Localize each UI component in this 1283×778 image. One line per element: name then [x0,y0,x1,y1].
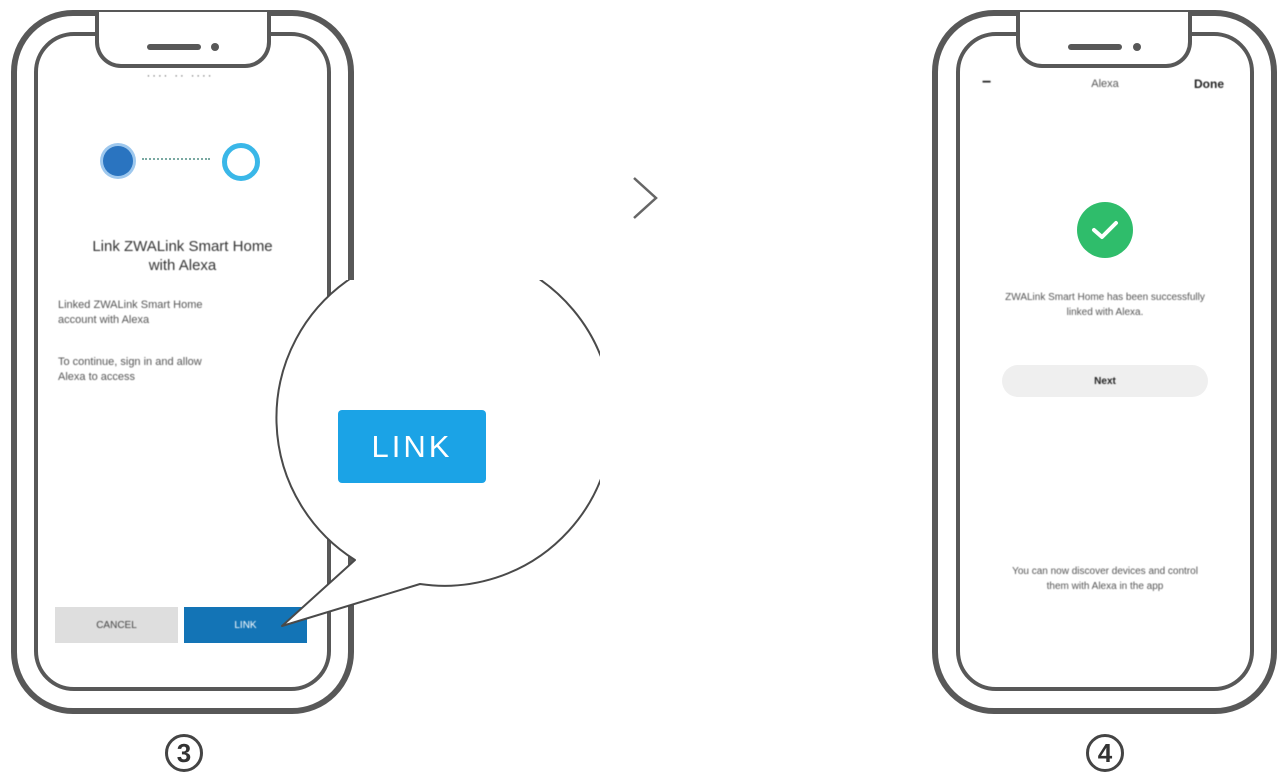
footer-message: You can now discover devices and control… [1012,566,1198,592]
chevron-right-icon [633,177,658,219]
success-check-icon [1077,202,1133,258]
success-message: ZWALink Smart Home has been successfully… [1005,292,1205,318]
cancel-button[interactable]: CANCEL [55,607,178,643]
left-phone-speaker [147,44,201,50]
done-button[interactable]: Done [1194,77,1224,91]
callout-link-button[interactable]: LINK [338,410,486,483]
right-phone-camera [1133,43,1141,51]
step-number-4: 4 [1086,734,1124,772]
alexa-header-title: Alexa [1091,78,1119,90]
left-header-text: ···· ·· ···· [146,70,214,82]
next-button[interactable]: Next [1002,365,1208,397]
link-heading: Link ZWALink Smart Home with Alexa [92,238,273,274]
cancel-button-label: CANCEL [96,619,137,631]
next-button-label: Next [1094,375,1116,387]
step-number-3: 3 [165,734,203,772]
alexa-logo-icon [222,143,260,181]
right-phone-notch [1016,12,1192,68]
zwalink-logo-icon [103,146,133,176]
left-phone-camera [211,43,219,51]
right-phone-speaker [1068,44,1122,50]
left-phone-notch [95,12,271,68]
back-icon[interactable]: − [982,74,991,92]
connector-dots [142,158,210,164]
callout-link-label: LINK [371,428,453,464]
